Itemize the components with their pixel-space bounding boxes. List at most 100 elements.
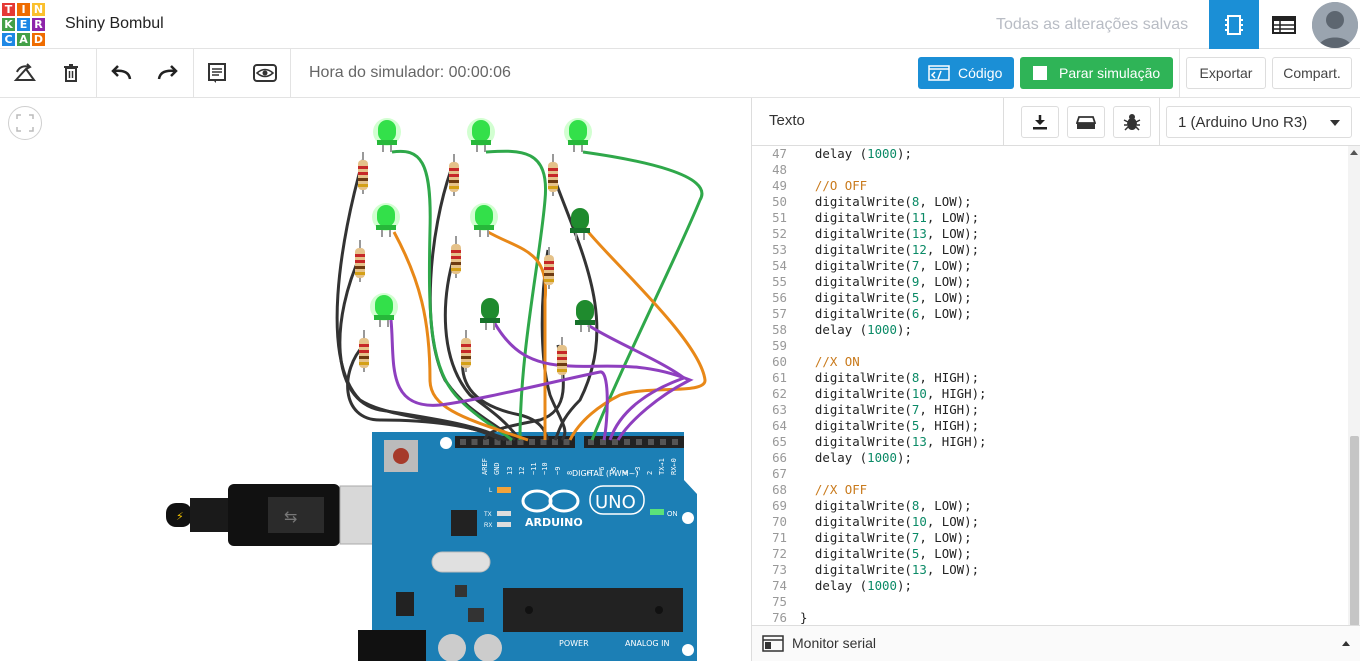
- header-pin[interactable]: [672, 439, 678, 445]
- schematic-list-view-button[interactable]: [1259, 0, 1309, 49]
- code-line[interactable]: 72 digitalWrite(5, LOW);: [752, 546, 1348, 562]
- code-line[interactable]: 59: [752, 338, 1348, 354]
- editor-mode-label[interactable]: Texto: [769, 112, 805, 129]
- trash-icon: [64, 64, 78, 82]
- led-on[interactable]: [467, 118, 495, 152]
- code-line[interactable]: 47 delay (1000);: [752, 146, 1348, 162]
- tinkercad-logo[interactable]: TINKERCAD: [0, 2, 46, 48]
- header-pin[interactable]: [624, 439, 630, 445]
- user-avatar[interactable]: [1312, 2, 1358, 48]
- pin-label: TX→1: [658, 458, 666, 475]
- code-line[interactable]: 64 digitalWrite(5, HIGH);: [752, 418, 1348, 434]
- svg-text:RX: RX: [484, 523, 492, 529]
- resistor[interactable]: [461, 330, 471, 372]
- notes-button[interactable]: [194, 49, 240, 97]
- pin-label: RX←0: [670, 458, 678, 475]
- code-line[interactable]: 74 delay (1000);: [752, 578, 1348, 594]
- header-pin[interactable]: [529, 439, 535, 445]
- redo-button[interactable]: [145, 49, 191, 97]
- led-on[interactable]: [373, 118, 401, 152]
- header-pin[interactable]: [612, 439, 618, 445]
- code-line[interactable]: 58 delay (1000);: [752, 322, 1348, 338]
- led-on[interactable]: [564, 118, 592, 152]
- code-line[interactable]: 48: [752, 162, 1348, 178]
- resistor[interactable]: [548, 154, 558, 196]
- led-on[interactable]: [372, 203, 400, 237]
- code-line[interactable]: 71 digitalWrite(7, LOW);: [752, 530, 1348, 546]
- line-text: //O OFF: [800, 178, 868, 193]
- download-code-button[interactable]: [1021, 106, 1059, 138]
- code-line[interactable]: 55 digitalWrite(9, LOW);: [752, 274, 1348, 290]
- resistor[interactable]: [544, 247, 554, 289]
- arduino-uno-board[interactable]: AREF GND 13 12 ~11 ~10 ~9 8 7 ~6 ~5 4 ~3 2 TX→1 RX←0 DI…: [358, 432, 697, 661]
- header-pin[interactable]: [648, 439, 654, 445]
- resistor[interactable]: [449, 154, 459, 196]
- code-line[interactable]: 61 digitalWrite(8, HIGH);: [752, 370, 1348, 386]
- code-editor[interactable]: 47 delay (1000); 48 49 //O OFF 50 digitalWr…: [752, 146, 1348, 625]
- svg-text:ANALOG IN: ANALOG IN: [625, 639, 670, 648]
- export-button[interactable]: Exportar: [1186, 57, 1266, 89]
- resistor[interactable]: [557, 337, 567, 379]
- code-button-label: Código: [958, 65, 1003, 81]
- code-line[interactable]: 57 digitalWrite(6, LOW);: [752, 306, 1348, 322]
- line-text: //X OFF: [800, 482, 868, 497]
- workplane-canvas[interactable]: ⚡ ⇆ AREF GND 13 12 ~11 ~10 ~9 8 7 ~6 ~5 4 ~3 2 TX→1 RX←…: [0, 98, 751, 661]
- header-pin[interactable]: [460, 439, 466, 445]
- code-line[interactable]: 63 digitalWrite(7, HIGH);: [752, 402, 1348, 418]
- project-title[interactable]: Shiny Bombul: [65, 15, 164, 33]
- code-line[interactable]: 67: [752, 466, 1348, 482]
- stop-simulation-button[interactable]: Parar simulação: [1020, 57, 1173, 89]
- code-button[interactable]: Código: [918, 57, 1014, 89]
- serial-monitor-bar[interactable]: Monitor serial: [752, 625, 1360, 661]
- share-button[interactable]: Compart.: [1272, 57, 1352, 89]
- undo-button[interactable]: [98, 49, 144, 97]
- scroll-up-icon[interactable]: [1350, 150, 1358, 155]
- header-pin[interactable]: [636, 439, 642, 445]
- resistor[interactable]: [359, 330, 369, 372]
- led-on[interactable]: [470, 203, 498, 237]
- header-pin[interactable]: [660, 439, 666, 445]
- code-line[interactable]: 52 digitalWrite(13, LOW);: [752, 226, 1348, 242]
- rotate-button[interactable]: [2, 49, 48, 97]
- led-off[interactable]: [570, 208, 590, 240]
- header-pin[interactable]: [563, 439, 570, 445]
- resistor[interactable]: [358, 152, 368, 194]
- code-line[interactable]: 76}: [752, 610, 1348, 625]
- code-line[interactable]: 54 digitalWrite(7, LOW);: [752, 258, 1348, 274]
- resistors[interactable]: [355, 152, 567, 379]
- circuit-view-button[interactable]: [1209, 0, 1259, 49]
- svg-text:ARDUINO: ARDUINO: [525, 516, 583, 529]
- line-text: digitalWrite(7, LOW);: [800, 530, 972, 545]
- code-line[interactable]: 56 digitalWrite(5, LOW);: [752, 290, 1348, 306]
- led-on[interactable]: [370, 293, 398, 327]
- resistor[interactable]: [355, 240, 365, 282]
- library-button[interactable]: [1067, 106, 1105, 138]
- code-line[interactable]: 68 //X OFF: [752, 482, 1348, 498]
- code-scrollbar[interactable]: [1348, 146, 1360, 626]
- code-line[interactable]: 70 digitalWrite(10, LOW);: [752, 514, 1348, 530]
- line-number: 49: [772, 178, 787, 193]
- resistor[interactable]: [451, 236, 461, 278]
- code-line[interactable]: 53 digitalWrite(12, LOW);: [752, 242, 1348, 258]
- code-line[interactable]: 65 digitalWrite(13, HIGH);: [752, 434, 1348, 450]
- code-line[interactable]: 73 digitalWrite(13, LOW);: [752, 562, 1348, 578]
- line-text: digitalWrite(6, LOW);: [800, 306, 972, 321]
- debugger-button[interactable]: [1113, 106, 1151, 138]
- chip-icon: [1225, 14, 1243, 35]
- code-line[interactable]: 51 digitalWrite(11, LOW);: [752, 210, 1348, 226]
- code-line[interactable]: 50 digitalWrite(8, LOW);: [752, 194, 1348, 210]
- chevron-up-icon[interactable]: [1341, 640, 1351, 646]
- svg-text:⇆: ⇆: [284, 507, 297, 526]
- code-line[interactable]: 60 //X ON: [752, 354, 1348, 370]
- wires[interactable]: [335, 149, 707, 442]
- notes-visibility-button[interactable]: [242, 49, 288, 97]
- header-pin[interactable]: [471, 439, 478, 445]
- scroll-thumb[interactable]: [1350, 436, 1359, 626]
- code-line[interactable]: 62 digitalWrite(10, HIGH);: [752, 386, 1348, 402]
- code-line[interactable]: 49 //O OFF: [752, 178, 1348, 194]
- delete-button[interactable]: [48, 49, 94, 97]
- code-line[interactable]: 66 delay (1000);: [752, 450, 1348, 466]
- code-line[interactable]: 75: [752, 594, 1348, 610]
- board-select[interactable]: 1 (Arduino Uno R3): [1166, 106, 1352, 138]
- code-line[interactable]: 69 digitalWrite(8, LOW);: [752, 498, 1348, 514]
